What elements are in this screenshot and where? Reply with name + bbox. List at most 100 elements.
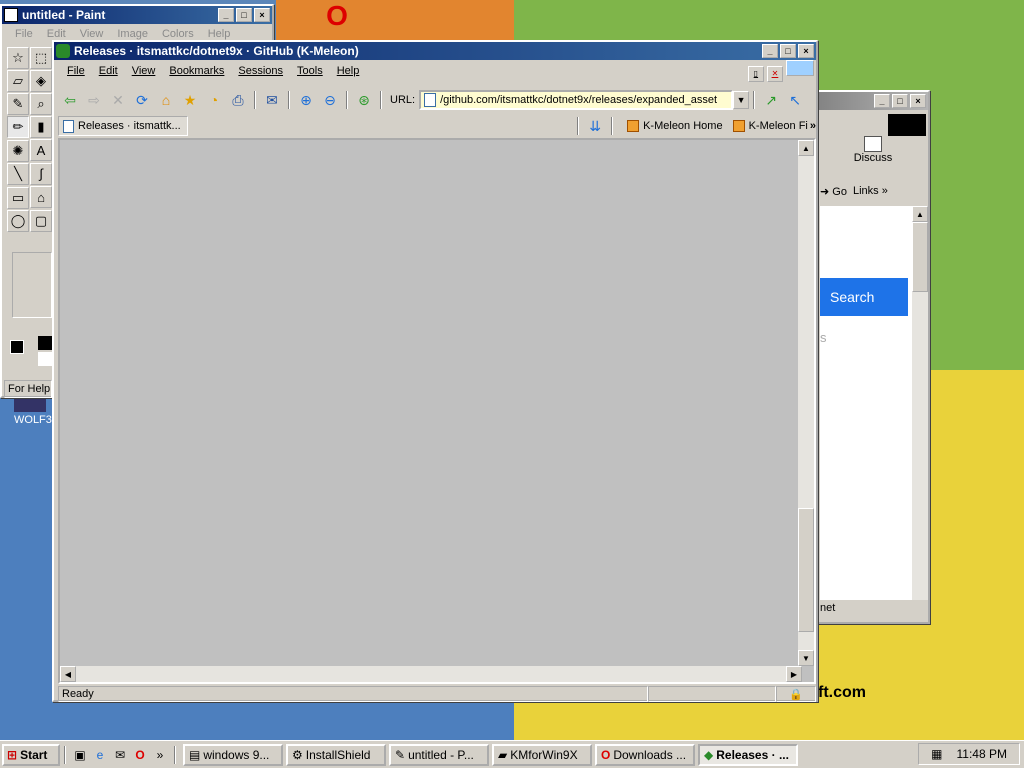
scroll-right-button[interactable]: ▶: [786, 666, 802, 682]
magnifier-icon[interactable]: ⌕: [30, 93, 52, 115]
back-vscroll[interactable]: ▲: [912, 206, 928, 600]
kmeleon-titlebar[interactable]: Releases · itsmattkc/dotnet9x · GitHub (…: [54, 42, 816, 60]
minimize-button[interactable]: _: [218, 8, 234, 22]
print-icon[interactable]: ⎙: [227, 90, 249, 110]
task-downloads[interactable]: O Downloads ...: [595, 743, 695, 766]
rect-select-icon[interactable]: ⬚: [30, 47, 52, 69]
clock[interactable]: 11:48 PM: [957, 747, 1007, 761]
show-desktop-icon[interactable]: ▣: [71, 746, 89, 764]
menu-edit[interactable]: Edit: [40, 28, 73, 40]
menu-help[interactable]: Help: [201, 28, 238, 40]
stop-icon[interactable]: ✕: [107, 90, 129, 110]
palette-black[interactable]: [38, 336, 52, 350]
vertical-scroll-thumb[interactable]: [798, 508, 814, 632]
ellipse-icon[interactable]: ◯: [7, 209, 29, 232]
color-selector[interactable]: [6, 336, 54, 372]
links-button[interactable]: Links »: [853, 185, 888, 197]
close-button[interactable]: ×: [910, 94, 926, 108]
close-button[interactable]: ×: [798, 44, 814, 58]
favorites-star-icon[interactable]: ★: [179, 90, 201, 110]
cursor-arrow-icon[interactable]: ↖: [784, 90, 806, 110]
bookmark-kmeleon-forum[interactable]: K-Meleon Fi: [732, 120, 808, 132]
mail-icon[interactable]: ✉: [261, 90, 283, 110]
menu-edit[interactable]: Edit: [92, 65, 125, 77]
picker-icon[interactable]: ✎: [7, 93, 29, 115]
rectangle-icon[interactable]: ▭: [7, 186, 29, 209]
menu-view[interactable]: View: [73, 28, 111, 40]
minimize-button[interactable]: _: [762, 44, 778, 58]
outlook-icon[interactable]: ✉: [111, 746, 129, 764]
home-icon[interactable]: ⌂: [155, 90, 177, 110]
task-paint[interactable]: ✎ untitled - P...: [389, 743, 489, 766]
zoom-in-icon[interactable]: ⊕: [295, 90, 317, 110]
maximize-button[interactable]: □: [892, 94, 908, 108]
history-icon[interactable]: ◔: [203, 90, 225, 110]
page-viewport[interactable]: ▲ ▼ ◀ ▶: [58, 138, 816, 684]
minimize-button[interactable]: _: [874, 94, 890, 108]
rounded-rect-icon[interactable]: ▢: [30, 209, 52, 232]
zoom-out-icon[interactable]: ⊖: [319, 90, 341, 110]
eraser-icon[interactable]: ▱: [7, 70, 29, 92]
text-icon[interactable]: A: [30, 139, 52, 161]
scroll-thumb[interactable]: [912, 222, 928, 292]
desktop-icon-wolf3d[interactable]: WOLF3: [14, 398, 52, 426]
kmeleon-window[interactable]: Releases · itsmattkc/dotnet9x · GitHub (…: [52, 40, 818, 702]
close-button[interactable]: ×: [254, 8, 270, 22]
search-button[interactable]: Search: [820, 278, 908, 316]
airbrush-icon[interactable]: ✺: [7, 139, 29, 162]
url-input[interactable]: /github.com/itsmattkc/dotnet9x/releases/…: [419, 90, 734, 110]
url-dropdown-icon[interactable]: ▼: [733, 91, 750, 109]
bookmark-kmeleon-home[interactable]: K-Meleon Home: [627, 120, 723, 132]
vertical-scrollbar[interactable]: ▲ ▼: [798, 140, 814, 666]
chevron-right-icon[interactable]: »: [151, 746, 169, 764]
free-select-icon[interactable]: ☆: [7, 47, 29, 69]
menu-file[interactable]: File: [8, 28, 40, 40]
menu-tools[interactable]: Tools: [290, 65, 330, 77]
menu-help[interactable]: Help: [330, 65, 367, 77]
chevron-right-icon[interactable]: »: [810, 120, 816, 132]
maximize-button[interactable]: □: [780, 44, 796, 58]
background-browser-window[interactable]: _ □ × Discuss ➜ Go Links » Search s ▲ ne…: [808, 90, 930, 624]
task-kmforwin9x[interactable]: ▰ KMforWin9X: [492, 743, 592, 766]
page-icon[interactable]: ▯: [747, 65, 764, 82]
privacy-globe-icon[interactable]: ⊛: [353, 90, 375, 110]
task-installshield[interactable]: ⚙ InstallShield: [286, 743, 386, 766]
opera-icon[interactable]: O: [131, 746, 149, 764]
task-windows9x[interactable]: ▤ windows 9...: [183, 743, 283, 766]
forward-arrow-icon[interactable]: ⇨: [83, 90, 105, 110]
scroll-down-button[interactable]: ▼: [798, 650, 814, 666]
polygon-icon[interactable]: ⌂: [30, 186, 52, 208]
menu-bookmarks[interactable]: Bookmarks: [162, 65, 231, 77]
menu-image[interactable]: Image: [110, 28, 155, 40]
task-releases[interactable]: ◆ Releases · ...: [698, 743, 798, 766]
network-icon[interactable]: ▦: [931, 747, 942, 761]
line-icon[interactable]: ╲: [7, 163, 29, 185]
horizontal-scrollbar[interactable]: ◀ ▶: [60, 666, 802, 682]
close-tab-icon[interactable]: ✕: [766, 65, 783, 82]
opera-desktop-icon[interactable]: O: [320, 0, 354, 34]
scroll-up-button[interactable]: ▲: [912, 206, 928, 222]
brush-icon[interactable]: ▮: [30, 116, 52, 138]
palette-white[interactable]: [38, 352, 52, 366]
go-button[interactable]: ➜ Go: [820, 185, 847, 198]
menu-colors[interactable]: Colors: [155, 28, 201, 40]
discuss-button[interactable]: Discuss: [820, 136, 926, 164]
tool-options[interactable]: [12, 252, 52, 318]
pencil-icon[interactable]: ✏: [7, 116, 29, 138]
menu-file[interactable]: File: [60, 65, 92, 77]
ie-icon[interactable]: e: [91, 746, 109, 764]
fill-icon[interactable]: ◈: [30, 70, 52, 92]
reload-icon[interactable]: ⟳: [131, 90, 153, 110]
maximize-button[interactable]: □: [236, 8, 252, 22]
start-button[interactable]: ⊞ Start: [2, 743, 60, 766]
back-titlebar[interactable]: _ □ ×: [810, 92, 928, 110]
back-arrow-icon[interactable]: ⇦: [59, 90, 81, 110]
go-arrow-icon[interactable]: ↗: [760, 90, 782, 110]
curve-icon[interactable]: ∫: [30, 162, 52, 185]
paint-titlebar[interactable]: untitled - Paint _ □ ×: [2, 6, 272, 24]
tab-releases[interactable]: Releases · itsmattk...: [58, 116, 188, 136]
scroll-left-button[interactable]: ◀: [60, 666, 76, 682]
scroll-up-button[interactable]: ▲: [798, 140, 814, 156]
menu-sessions[interactable]: Sessions: [231, 65, 290, 77]
menu-view[interactable]: View: [125, 65, 163, 77]
